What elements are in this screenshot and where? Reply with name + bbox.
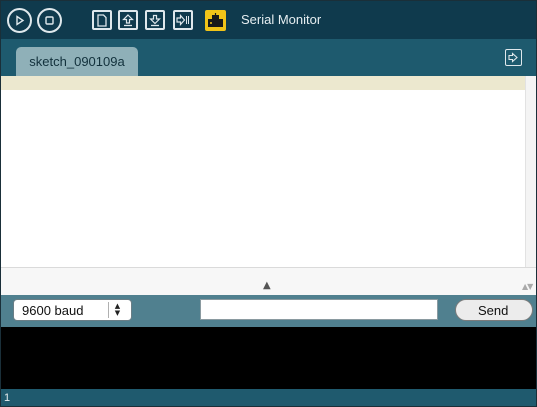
code-editor[interactable] bbox=[1, 90, 525, 267]
collapse-arrow-icon[interactable]: ▲ bbox=[263, 280, 271, 291]
upload-to-board-icon bbox=[176, 14, 189, 26]
toolbar: Serial Monitor bbox=[1, 1, 536, 39]
tab-menu-button[interactable] bbox=[505, 49, 522, 66]
baud-rate-value: 9600 baud bbox=[22, 303, 84, 318]
line-number: 1 bbox=[4, 392, 11, 404]
upload-button[interactable] bbox=[173, 10, 193, 30]
tab-menu-arrow-icon bbox=[508, 52, 518, 63]
play-icon bbox=[16, 15, 25, 26]
serial-monitor-icon bbox=[208, 13, 223, 27]
serial-monitor-window: Serial Monitor sketch_090109a ▲ ▲▼ 9600 … bbox=[0, 0, 537, 407]
status-bar: 1 bbox=[1, 389, 536, 406]
send-button[interactable]: Send bbox=[455, 299, 533, 321]
select-stepper-icon: ▲ ▼ bbox=[108, 302, 126, 318]
toolbar-title: Serial Monitor bbox=[241, 12, 322, 27]
tab-sketch[interactable]: sketch_090109a bbox=[16, 47, 138, 76]
tab-label: sketch_090109a bbox=[29, 54, 125, 69]
open-button[interactable] bbox=[118, 10, 138, 30]
serial-controls-bar: 9600 baud ▲ ▼ Send bbox=[1, 295, 536, 327]
save-button[interactable] bbox=[145, 10, 165, 30]
stop-icon bbox=[45, 16, 54, 25]
new-button[interactable] bbox=[92, 10, 112, 30]
scroll-arrows-icon[interactable]: ▲▼ bbox=[522, 282, 533, 291]
serial-send-input[interactable] bbox=[200, 299, 438, 320]
verify-button[interactable] bbox=[7, 8, 32, 33]
open-upload-icon bbox=[122, 13, 134, 26]
editor-vertical-scrollbar[interactable] bbox=[525, 76, 536, 267]
new-file-icon bbox=[97, 13, 107, 27]
serial-output-console bbox=[1, 327, 536, 389]
stop-button[interactable] bbox=[37, 8, 62, 33]
serial-monitor-button[interactable] bbox=[205, 10, 226, 31]
editor-splitter[interactable]: ▲ ▲▼ bbox=[1, 267, 536, 295]
save-download-icon bbox=[149, 14, 161, 26]
baud-rate-select[interactable]: 9600 baud ▲ ▼ bbox=[13, 299, 132, 321]
editor-status-strip bbox=[1, 76, 525, 90]
tab-bar: sketch_090109a bbox=[1, 39, 536, 76]
